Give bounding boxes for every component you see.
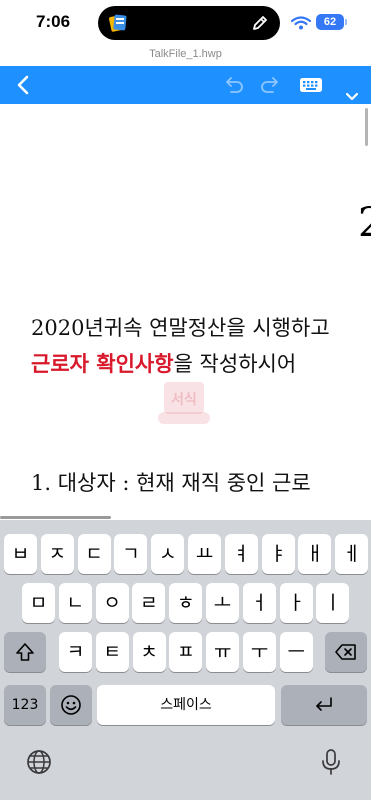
highlighted-text: 근로자 확인사항 [31,351,174,376]
key-label: ㄷ [85,543,103,565]
key-label: ㅇ [103,592,121,614]
korean-keyboard: ㅂㅈㄷㄱㅅㅛㅕㅑㅐㅔ ㅁㄴㅇㄹㅎㅗㅓㅏㅣ ㅋㅌㅊㅍㅠㅜㅡ 123 스페이스 [0,516,371,800]
document-line-2-rest: 을 작성하시어 [173,352,297,376]
key-3[interactable]: ㅊ [132,632,166,672]
key-7[interactable]: ㅓ [242,583,276,623]
watermark-text: 서식 [171,391,197,407]
pen-icon [253,16,267,30]
key-1[interactable]: ㅁ [22,583,55,623]
key-label: ㅎ [176,592,195,614]
app-icon [109,14,127,32]
chevron-left-icon[interactable] [12,74,36,96]
key-1[interactable]: ㅂ [4,534,37,574]
emoji-icon [61,695,81,715]
delete-key[interactable] [325,632,367,672]
space-key[interactable]: 스페이스 [97,685,275,725]
key-4[interactable]: ㅍ [169,632,203,672]
key-label: ㅁ [29,592,48,614]
dynamic-island [98,6,280,40]
key-9[interactable]: ㅐ [298,534,332,574]
key-6[interactable]: ㅜ [243,632,276,672]
document-canvas[interactable]: 2 2020년귀속 연말정산을 시행하고 근로자 확인사항을 작성하시어 서식 … [0,104,371,520]
undo-icon[interactable] [222,74,246,96]
key-8[interactable]: ㅑ [261,534,295,574]
key-label: ㅐ [306,543,324,565]
key-4[interactable]: ㄹ [132,583,166,623]
key-6[interactable]: ㅛ [188,534,221,574]
keyboard-drag-handle[interactable] [0,516,111,519]
key-5[interactable]: ㅠ [206,632,240,672]
key-label: ㅕ [232,543,251,565]
key-9[interactable]: ㅣ [316,583,350,623]
key-8[interactable]: ㅏ [279,583,313,623]
key-5[interactable]: ㅅ [151,534,185,574]
numbers-key[interactable]: 123 [4,685,46,725]
key-label: ㅍ [177,641,195,663]
key-6[interactable]: ㅗ [206,583,239,623]
redo-icon[interactable] [258,74,282,96]
battery-level: 62 [323,16,337,28]
key-7[interactable]: ㅕ [224,534,258,574]
screen: 7:06 62 TalkFile_1.hwp 2 2020년귀속 연말정산을 시… [0,0,371,800]
document-heading-fragment: 2 [358,200,371,246]
return-icon [316,697,332,711]
key-label: ㅈ [48,543,67,565]
document-scrollbar[interactable] [365,108,368,146]
key-label: ㅓ [250,592,269,614]
key-label: ㅔ [342,543,361,565]
globe-icon[interactable] [26,749,52,775]
key-label: ㅊ [140,641,158,663]
key-label: ㅗ [213,592,232,614]
key-2[interactable]: ㅌ [95,632,129,672]
status-time: 7:06 [36,12,71,31]
watermark-stamp: 서식 [156,382,212,426]
chevron-down-icon [345,92,359,101]
key-label: ㅣ [324,592,342,614]
key-label: ㅑ [269,543,287,565]
key-2[interactable]: ㅈ [40,534,74,574]
document-line-1: 2020년귀속 연말정산을 시행하고 [31,316,330,340]
space-key-label: 스페이스 [160,697,212,713]
key-label: ㅌ [103,641,122,663]
return-key[interactable] [281,685,367,725]
key-3[interactable]: ㅇ [95,583,129,623]
key-label: ㅂ [11,543,30,565]
shift-key[interactable] [4,632,46,672]
key-label: ㄴ [66,592,85,614]
editor-toolbar [0,66,371,104]
keyboard-icon[interactable] [298,74,324,96]
key-label: ㅜ [250,641,269,663]
key-label: ㅡ [287,641,306,663]
key-1[interactable]: ㅋ [59,632,92,672]
key-label: ㅏ [287,592,305,614]
emoji-key[interactable] [50,685,92,725]
key-label: ㅛ [195,543,214,565]
key-3[interactable]: ㄷ [77,534,111,574]
numbers-key-label: 123 [11,697,39,713]
key-label: ㄱ [122,543,140,565]
key-label: ㅋ [66,641,85,663]
key-label: ㅠ [213,641,232,663]
shift-icon [16,643,34,661]
document-line-2: 근로자 확인사항을 작성하시어 [31,348,296,378]
key-4[interactable]: ㄱ [114,534,148,574]
key-10[interactable]: ㅔ [335,534,369,574]
document-filename: TalkFile_1.hwp [149,48,222,60]
document-line-3: 1. 대상자 : 현재 재직 중인 근로 [31,471,311,495]
key-label: ㄹ [140,592,158,614]
toolbar-collapse-tab[interactable] [338,89,366,104]
watermark-base [158,412,210,424]
battery-indicator: 62 [316,14,347,30]
key-label: ㅅ [158,543,177,565]
key-7[interactable]: ㅡ [279,632,313,672]
key-5[interactable]: ㅎ [169,583,203,623]
delete-icon [335,644,356,660]
key-2[interactable]: ㄴ [58,583,92,623]
wifi-icon [291,16,311,30]
microphone-icon[interactable] [320,748,342,776]
